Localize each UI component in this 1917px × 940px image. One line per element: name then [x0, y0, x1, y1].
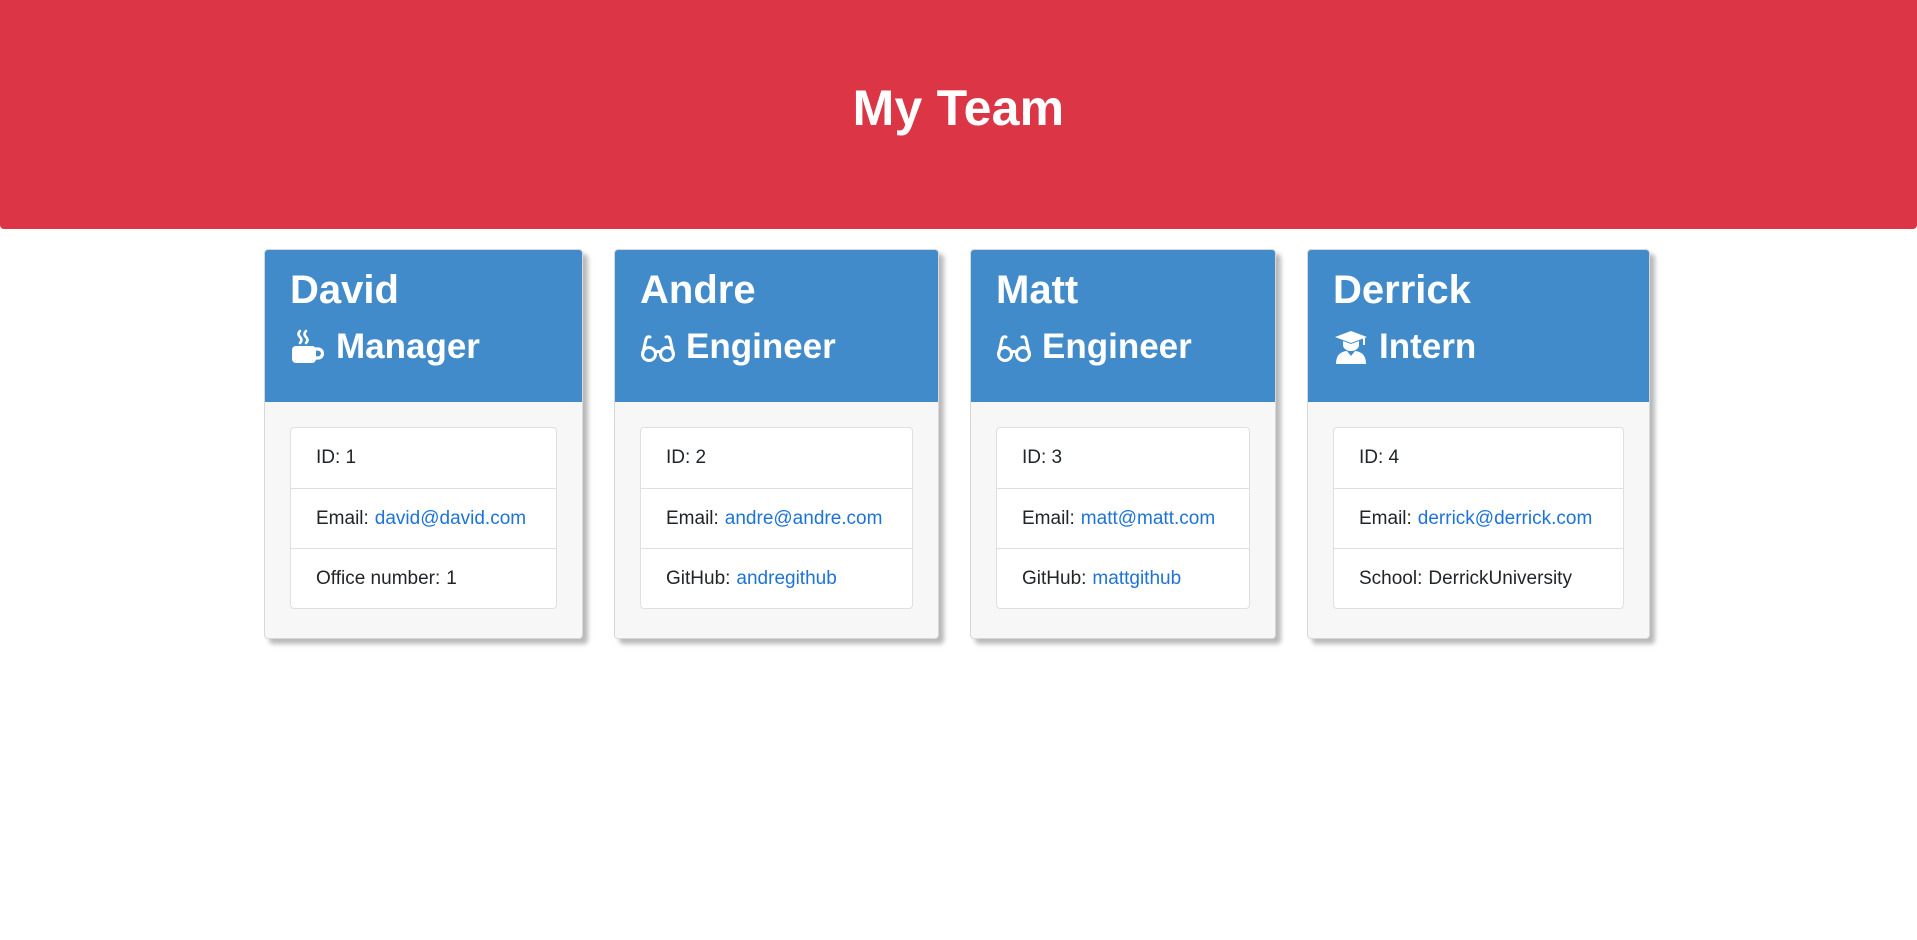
- employee-details: ID: 4 Email: derrick@derrick.com School:…: [1333, 427, 1624, 609]
- office-number-value: 1: [446, 567, 457, 589]
- graduate-icon: [1333, 329, 1369, 365]
- office-number-label: Office number:: [316, 567, 441, 589]
- coffee-mug-icon: [290, 329, 326, 365]
- github-link[interactable]: andregithub: [736, 568, 836, 590]
- employee-name: Andre: [640, 268, 756, 312]
- card-header: Andre Engineer: [615, 250, 938, 402]
- email-link[interactable]: matt@matt.com: [1081, 508, 1215, 530]
- id-text: ID: 3: [1022, 447, 1063, 468]
- card-body: ID: 4 Email: derrick@derrick.com School:…: [1308, 402, 1649, 609]
- card-body: ID: 1 Email: david@david.com Office numb…: [265, 402, 582, 609]
- email-link[interactable]: andre@andre.com: [725, 508, 883, 530]
- school-label: School:: [1359, 567, 1423, 589]
- employee-card-david: David Manager ID: 1 Email: david@david.c…: [264, 249, 583, 639]
- role-label: Engineer: [1042, 327, 1192, 366]
- github-label: GitHub:: [1022, 567, 1087, 589]
- employee-name: David: [290, 268, 399, 312]
- card-header: Matt Engineer: [971, 250, 1275, 402]
- email-label: Email:: [666, 507, 719, 529]
- email-label: Email:: [1359, 507, 1412, 529]
- employee-office-number: Office number: 1: [291, 548, 556, 608]
- employee-email: Email: matt@matt.com: [997, 488, 1249, 548]
- id-text: ID: 4: [1359, 447, 1400, 468]
- employee-email: Email: david@david.com: [291, 488, 556, 548]
- employee-github: GitHub: mattgithub: [997, 548, 1249, 608]
- employee-name: Matt: [996, 268, 1079, 312]
- employee-details: ID: 2 Email: andre@andre.com GitHub: and…: [640, 427, 913, 609]
- email-link[interactable]: david@david.com: [375, 508, 526, 530]
- role-label: Engineer: [686, 327, 836, 366]
- employee-role: Engineer: [640, 326, 913, 368]
- card-header: David Manager: [265, 250, 582, 402]
- glasses-icon: [640, 329, 676, 365]
- employee-role: Intern: [1333, 326, 1624, 368]
- employee-role: Manager: [290, 326, 557, 368]
- role-label: Manager: [336, 327, 480, 366]
- employee-github: GitHub: andregithub: [641, 548, 912, 608]
- team-cards: David Manager ID: 1 Email: david@david.c…: [0, 249, 1917, 639]
- email-link[interactable]: derrick@derrick.com: [1418, 508, 1592, 530]
- employee-card-derrick: Derrick Intern ID: 4 Email: derrick@derr…: [1307, 249, 1650, 639]
- github-link[interactable]: mattgithub: [1092, 568, 1181, 590]
- school-value: DerrickUniversity: [1428, 567, 1572, 589]
- employee-details: ID: 3 Email: matt@matt.com GitHub: mattg…: [996, 427, 1250, 609]
- id-text: ID: 2: [666, 447, 707, 468]
- employee-id: ID: 3: [997, 428, 1249, 488]
- employee-role: Engineer: [996, 326, 1250, 368]
- role-label: Intern: [1379, 327, 1477, 366]
- employee-details: ID: 1 Email: david@david.com Office numb…: [290, 427, 557, 609]
- email-label: Email:: [316, 507, 369, 529]
- id-text: ID: 1: [316, 447, 357, 468]
- employee-id: ID: 2: [641, 428, 912, 488]
- employee-id: ID: 1: [291, 428, 556, 488]
- page-header: My Team: [0, 0, 1917, 229]
- card-body: ID: 3 Email: matt@matt.com GitHub: mattg…: [971, 402, 1275, 609]
- github-label: GitHub:: [666, 567, 731, 589]
- page-title: My Team: [852, 79, 1065, 136]
- employee-card-andre: Andre Engineer ID: 2 Email: andre@andre.…: [614, 249, 939, 639]
- glasses-icon: [996, 329, 1032, 365]
- employee-school: School: DerrickUniversity: [1334, 548, 1623, 608]
- employee-card-matt: Matt Engineer ID: 3 Email: matt@matt.com…: [970, 249, 1276, 639]
- employee-email: Email: andre@andre.com: [641, 488, 912, 548]
- card-header: Derrick Intern: [1308, 250, 1649, 402]
- employee-email: Email: derrick@derrick.com: [1334, 488, 1623, 548]
- email-label: Email:: [1022, 507, 1075, 529]
- employee-id: ID: 4: [1334, 428, 1623, 488]
- employee-name: Derrick: [1333, 268, 1471, 312]
- card-body: ID: 2 Email: andre@andre.com GitHub: and…: [615, 402, 938, 609]
